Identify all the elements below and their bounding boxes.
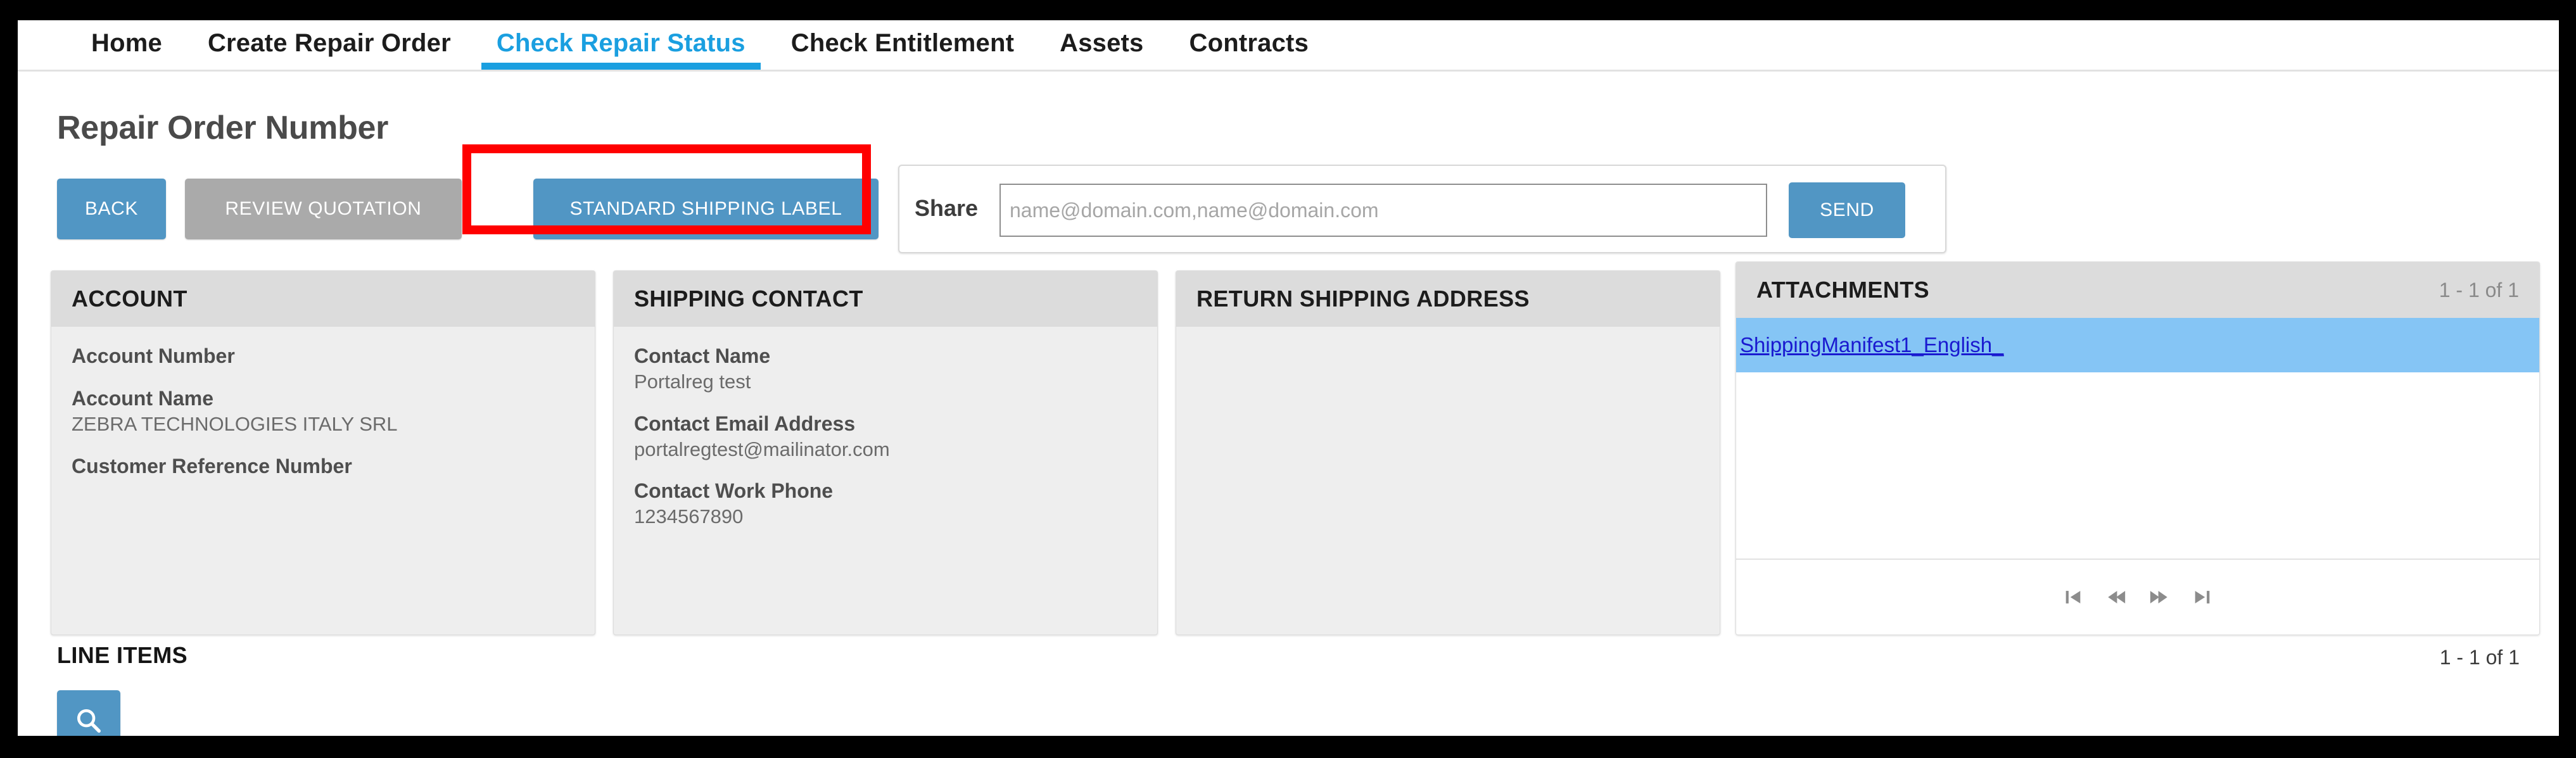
- field-value: Portalreg test: [634, 370, 751, 393]
- field-contact-work-phone: Contact Work Phone 1234567890: [634, 478, 1137, 529]
- nav-item-check-repair-status[interactable]: Check Repair Status: [474, 20, 768, 70]
- back-button[interactable]: BACK: [57, 179, 166, 239]
- share-panel: Share SEND: [898, 165, 1946, 253]
- nav-item-list: Home Create Repair Order Check Repair St…: [68, 20, 1331, 70]
- shipping-contact-panel: SHIPPING CONTACT Contact Name Portalreg …: [613, 270, 1158, 635]
- nav-item-home[interactable]: Home: [68, 20, 185, 70]
- panel-body: [1176, 327, 1720, 356]
- nav-item-label: Home: [91, 29, 162, 57]
- page-title: Repair Order Number: [57, 110, 389, 146]
- panel-header: SHIPPING CONTACT: [614, 271, 1157, 327]
- review-quotation-button[interactable]: REVIEW QUOTATION: [185, 179, 462, 239]
- panel-title: ACCOUNT: [72, 286, 187, 312]
- field-label: Contact Email Address: [634, 412, 856, 435]
- first-page-icon[interactable]: [2060, 583, 2086, 611]
- panel-header: ATTACHMENTS 1 - 1 of 1: [1736, 262, 2539, 318]
- field-label: Account Number: [72, 344, 235, 367]
- return-shipping-address-panel: RETURN SHIPPING ADDRESS: [1176, 270, 1720, 635]
- field-account-number: Account Number: [72, 343, 574, 369]
- field-label: Contact Name: [634, 344, 771, 367]
- app-page: Home Create Repair Order Check Repair St…: [18, 20, 2559, 736]
- previous-page-icon[interactable]: [2103, 583, 2129, 611]
- attachment-row[interactable]: ShippingManifest1_English_: [1736, 318, 2539, 372]
- attachments-record-count: 1 - 1 of 1: [2439, 278, 2519, 301]
- attachments-panel: ATTACHMENTS 1 - 1 of 1 ShippingManifest1…: [1735, 262, 2540, 635]
- field-contact-name: Contact Name Portalreg test: [634, 343, 1137, 395]
- attachments-pagination: [1736, 560, 2539, 635]
- nav-item-check-entitlement[interactable]: Check Entitlement: [768, 20, 1037, 70]
- attachments-list: ShippingManifest1_English_: [1736, 318, 2539, 560]
- field-label: Account Name: [72, 386, 214, 410]
- nav-item-label: Check Repair Status: [496, 29, 746, 57]
- field-value: ZEBRA TECHNOLOGIES ITALY SRL: [72, 412, 398, 435]
- nav-item-contracts[interactable]: Contracts: [1167, 20, 1332, 70]
- panel-title: ATTACHMENTS: [1756, 277, 1930, 303]
- field-contact-email-address: Contact Email Address portalregtest@mail…: [634, 411, 1137, 462]
- line-items-record-count: 1 - 1 of 1: [2439, 646, 2520, 669]
- standard-shipping-label-button[interactable]: STANDARD SHIPPING LABEL: [533, 179, 879, 239]
- field-label: Customer Reference Number: [72, 454, 352, 477]
- field-account-name: Account Name ZEBRA TECHNOLOGIES ITALY SR…: [72, 386, 574, 437]
- share-email-input[interactable]: [999, 184, 1767, 237]
- share-label: Share: [915, 195, 979, 221]
- panel-header: RETURN SHIPPING ADDRESS: [1176, 271, 1720, 327]
- nav-item-assets[interactable]: Assets: [1037, 20, 1166, 70]
- line-items-search-button[interactable]: [57, 690, 120, 736]
- attachment-link[interactable]: ShippingManifest1_English_: [1740, 333, 2003, 357]
- nav-item-label: Check Entitlement: [790, 29, 1015, 57]
- nav-item-create-repair-order[interactable]: Create Repair Order: [185, 20, 474, 70]
- panel-header: ACCOUNT: [51, 271, 595, 327]
- line-items-title: LINE ITEMS: [57, 642, 188, 668]
- nav-item-label: Create Repair Order: [207, 29, 451, 57]
- main-navigation: Home Create Repair Order Check Repair St…: [18, 20, 2559, 72]
- panel-title: SHIPPING CONTACT: [634, 286, 863, 312]
- field-label: Contact Work Phone: [634, 479, 834, 503]
- panel-body: Account Number Account Name ZEBRA TECHNO…: [51, 327, 595, 508]
- field-customer-reference-number: Customer Reference Number: [72, 453, 574, 479]
- info-panels-row: ACCOUNT Account Number Account Name ZEBR…: [51, 262, 2540, 638]
- field-value: portalregtest@mailinator.com: [634, 438, 890, 460]
- search-icon: [74, 706, 103, 735]
- panel-title: RETURN SHIPPING ADDRESS: [1196, 286, 1530, 312]
- send-button[interactable]: SEND: [1789, 182, 1905, 238]
- next-page-icon[interactable]: [2147, 583, 2172, 611]
- nav-item-label: Assets: [1060, 29, 1144, 57]
- panel-body: Contact Name Portalreg test Contact Emai…: [614, 327, 1157, 559]
- nav-item-label: Contracts: [1189, 29, 1309, 57]
- screenshot-bezel: Home Create Repair Order Check Repair St…: [0, 0, 2576, 758]
- last-page-icon[interactable]: [2190, 583, 2215, 611]
- field-value: 1234567890: [634, 505, 744, 528]
- account-panel: ACCOUNT Account Number Account Name ZEBR…: [51, 270, 595, 635]
